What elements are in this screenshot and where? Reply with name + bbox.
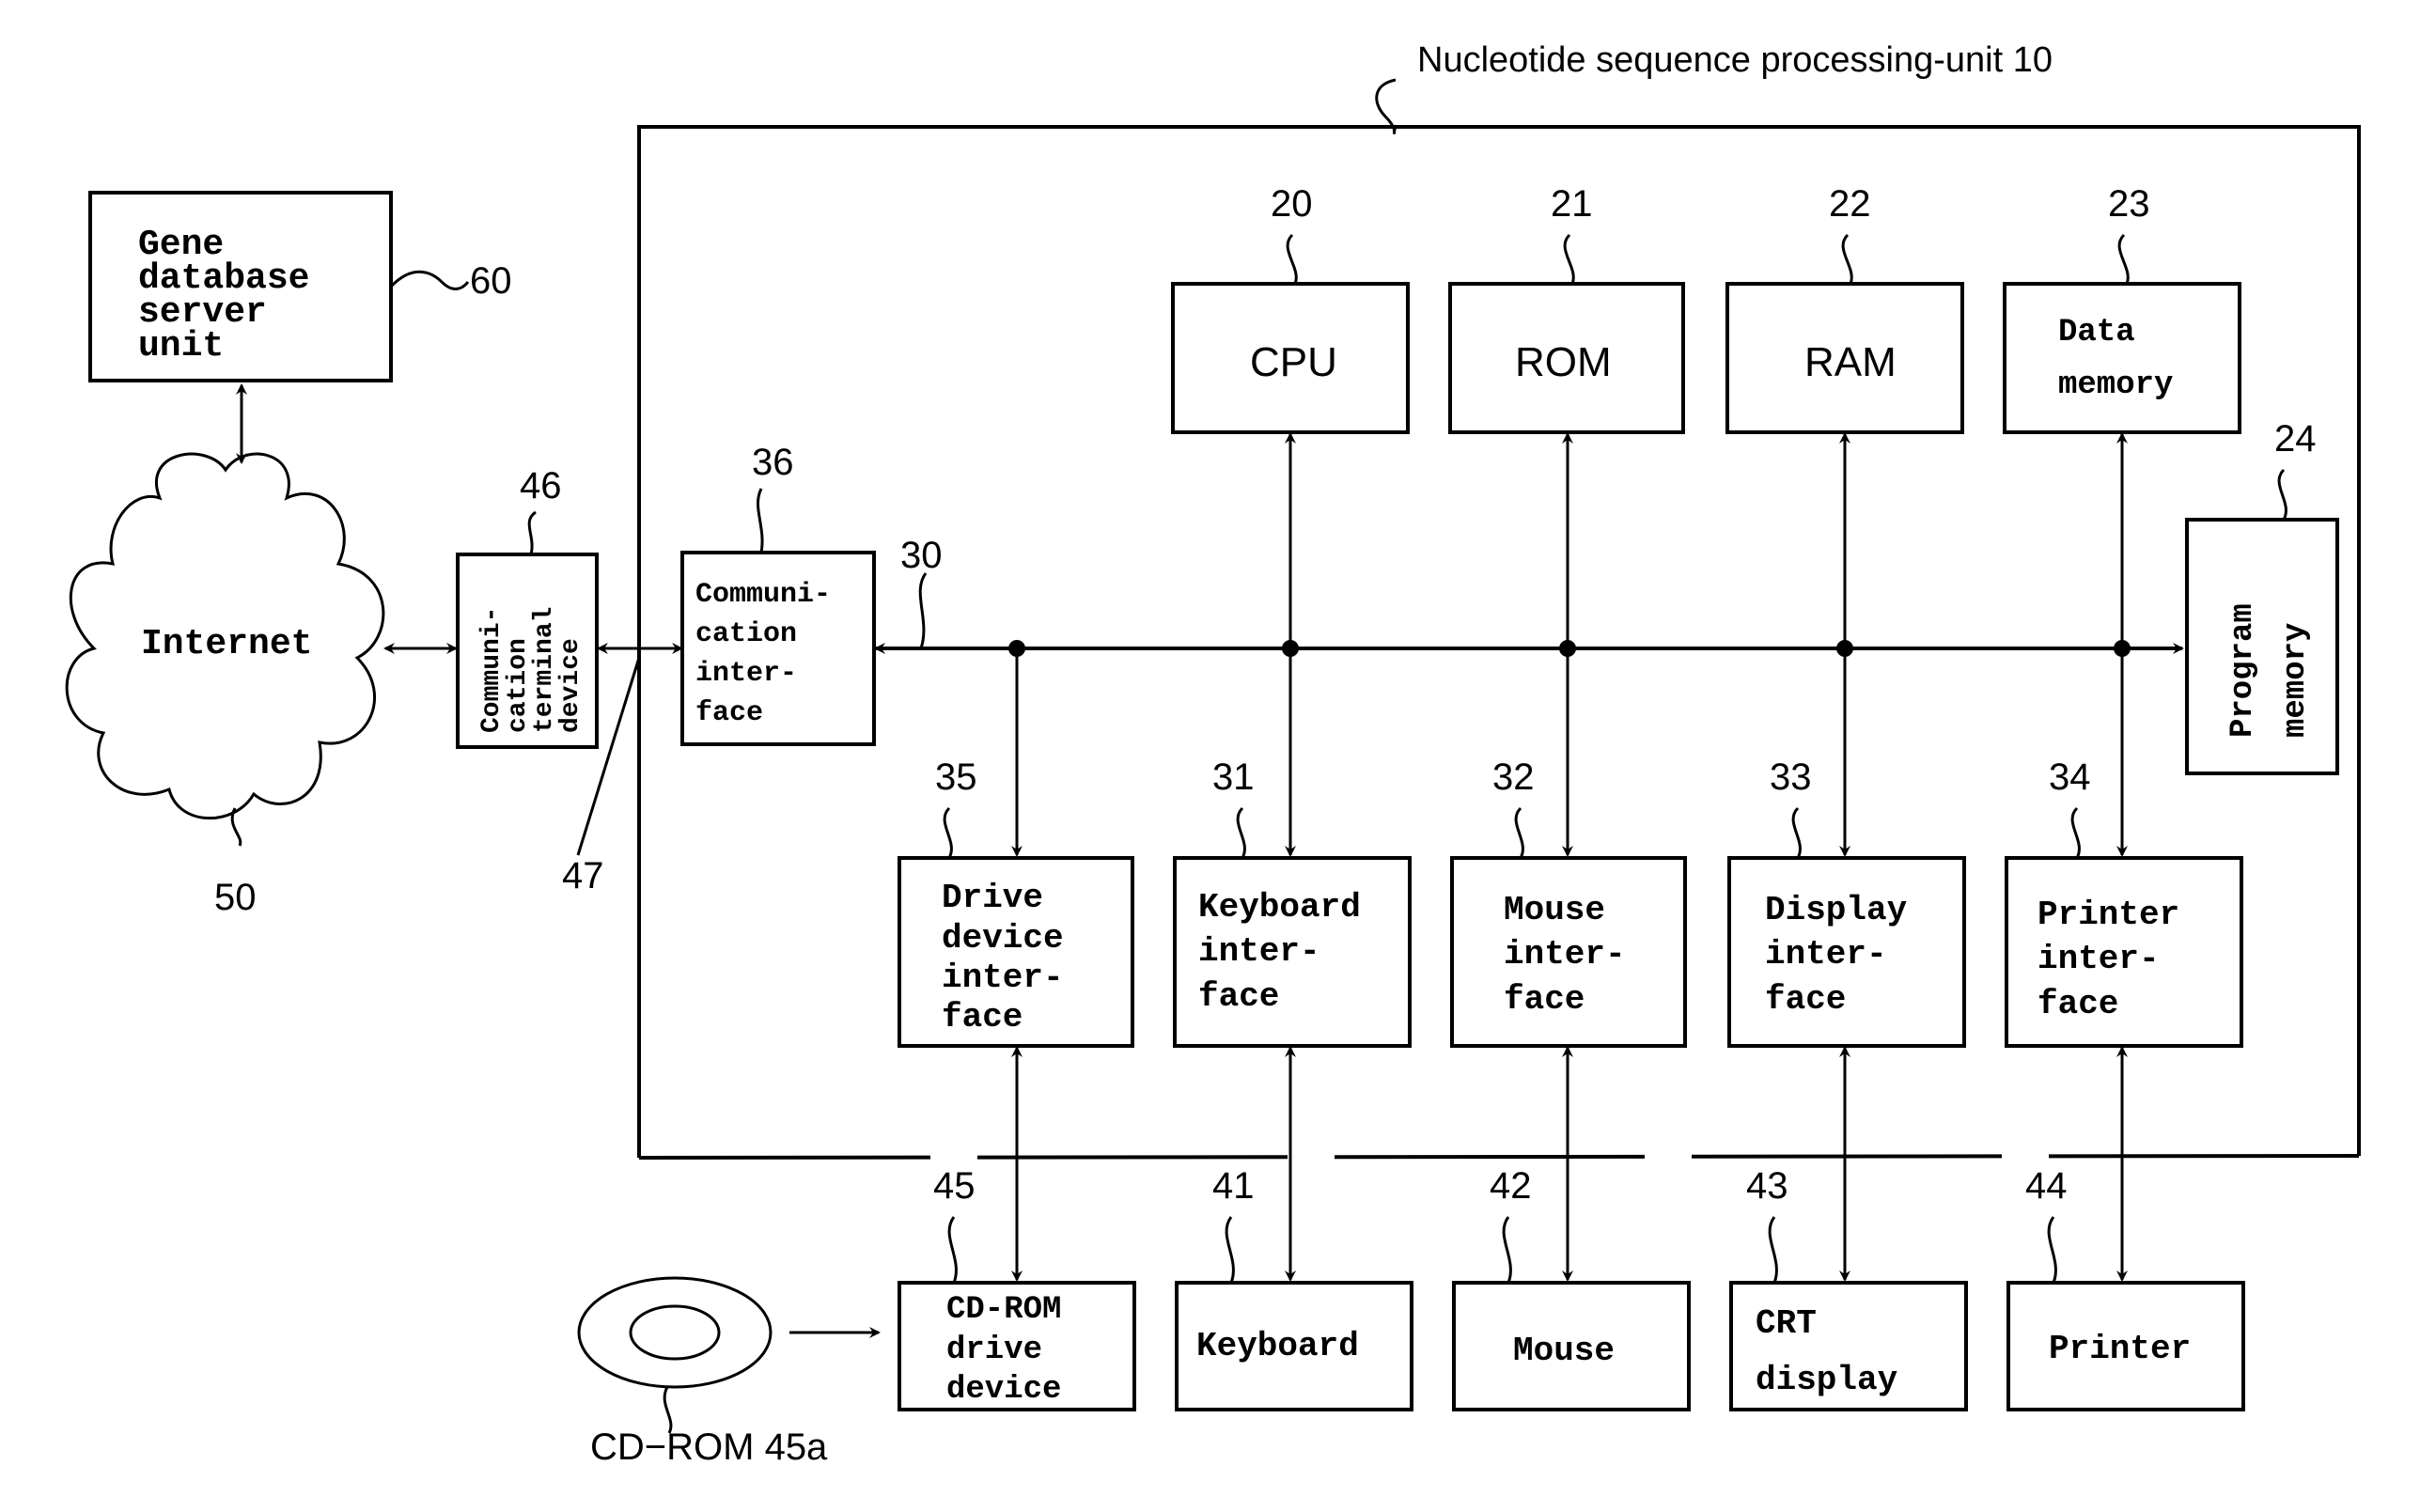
printer-label: Printer [2049,1330,2191,1368]
internet-cloud: Internet 50 [65,452,385,918]
ref-50: 50 [214,877,257,918]
ref-47: 47 [562,855,604,896]
ref-41: 41 [1212,1165,1255,1207]
ref-46: 46 [520,465,562,507]
ram: RAM 22 [1725,183,1964,434]
ref-21: 21 [1551,183,1593,225]
ref-44: 44 [2025,1165,2068,1207]
mouse-label: Mouse [1513,1332,1615,1370]
ref-32: 32 [1492,756,1535,798]
display-interface: Display inter- face 33 [1727,756,1966,1048]
printer-device: Printer 44 [2006,1165,2245,1411]
ref-31: 31 [1212,756,1255,798]
printer-interface: Printer inter- face 34 [2005,756,2243,1048]
bus-leader [918,572,928,649]
internet-label: Internet [141,624,312,664]
ref-23: 23 [2108,183,2150,225]
communication-interface: Communi- cation inter- face 36 [680,442,876,746]
ref-36: 36 [752,442,794,483]
data-memory: Data memory 23 [2003,183,2241,434]
keyboard-device: Keyboard 41 [1175,1165,1413,1411]
ref-43: 43 [1746,1165,1788,1207]
cpu: CPU 20 [1171,183,1410,434]
ram-label: RAM [1804,339,1897,385]
keyboard-interface: Keyboard inter- face 31 [1173,756,1412,1048]
block-diagram: Nucleotide sequence processing-unit 10 G… [65,40,2361,1468]
rom-label: ROM [1515,339,1612,385]
keyboard-label: Keyboard [1196,1327,1359,1365]
gene-database-server: Gene database server unit 60 [88,191,512,382]
rom: ROM 21 [1448,183,1685,434]
ref-60: 60 [470,260,512,302]
ref-30: 30 [900,535,943,576]
mouse-device: Mouse 42 [1452,1165,1691,1411]
bus-connections [1008,432,2131,857]
cdrom-disc-icon: CD−ROM 45a [577,1276,881,1468]
unit-title: Nucleotide sequence processing-unit 10 [1417,40,2053,80]
device-connections [1011,1046,2128,1282]
communication-terminal-device: Communi- cation terminal device 46 [456,465,599,749]
cpu-label: CPU [1250,339,1337,385]
ref-35: 35 [935,756,977,798]
ref-20: 20 [1271,183,1313,225]
ref-34: 34 [2049,756,2091,798]
cdrom-media-label: CD−ROM 45a [590,1426,828,1468]
ref-42: 42 [1490,1165,1532,1207]
cdrom-drive-label: CD-ROM drive device [946,1292,1081,1408]
ref-45: 45 [933,1165,976,1207]
program-memory: Program memory 24 [2185,418,2339,775]
ref-22: 22 [1829,183,1871,225]
ref-33: 33 [1770,756,1812,798]
ref-24: 24 [2274,418,2317,460]
crt-display-device: CRT display 43 [1729,1165,1968,1411]
